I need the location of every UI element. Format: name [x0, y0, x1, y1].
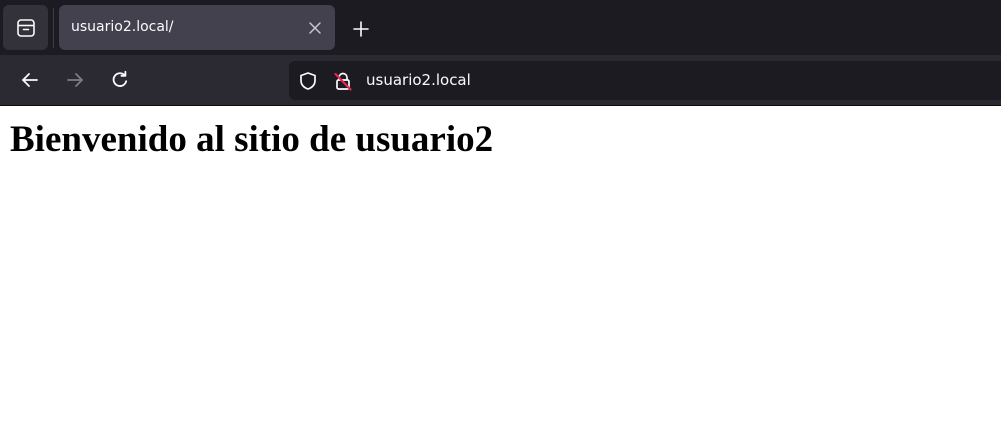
new-tab-button[interactable] — [345, 13, 377, 45]
reload-button[interactable] — [104, 64, 136, 96]
arrow-right-icon — [67, 73, 83, 87]
forward-button[interactable] — [59, 64, 91, 96]
tracking-protection-button[interactable] — [297, 70, 319, 92]
page-content: Bienvenido al sitio de usuario2 — [0, 106, 1001, 425]
tab-list-button[interactable] — [3, 5, 48, 50]
page-heading: Bienvenido al sitio de usuario2 — [10, 119, 494, 160]
url-bar[interactable]: usuario2.local — [289, 61, 1001, 100]
browser-window: usuario2.local/ usuario2.local Bienvenid… — [0, 0, 1001, 425]
tab-strip-separator — [53, 8, 54, 48]
close-icon — [309, 22, 321, 34]
arrow-left-icon — [22, 73, 38, 87]
tab-active[interactable]: usuario2.local/ — [59, 5, 335, 50]
navigation-toolbar: usuario2.local — [0, 55, 1001, 105]
back-button[interactable] — [14, 64, 46, 96]
plus-icon — [353, 21, 369, 37]
url-text[interactable]: usuario2.local — [366, 61, 471, 100]
insecure-lock-icon — [334, 72, 352, 91]
tab-title: usuario2.local/ — [71, 19, 174, 35]
tab-strip: usuario2.local/ — [0, 0, 1001, 55]
site-identity-button[interactable] — [332, 70, 354, 92]
tab-close-button[interactable] — [305, 18, 325, 38]
tab-list-icon — [16, 18, 35, 37]
reload-icon — [112, 70, 128, 87]
shield-icon — [300, 72, 316, 90]
